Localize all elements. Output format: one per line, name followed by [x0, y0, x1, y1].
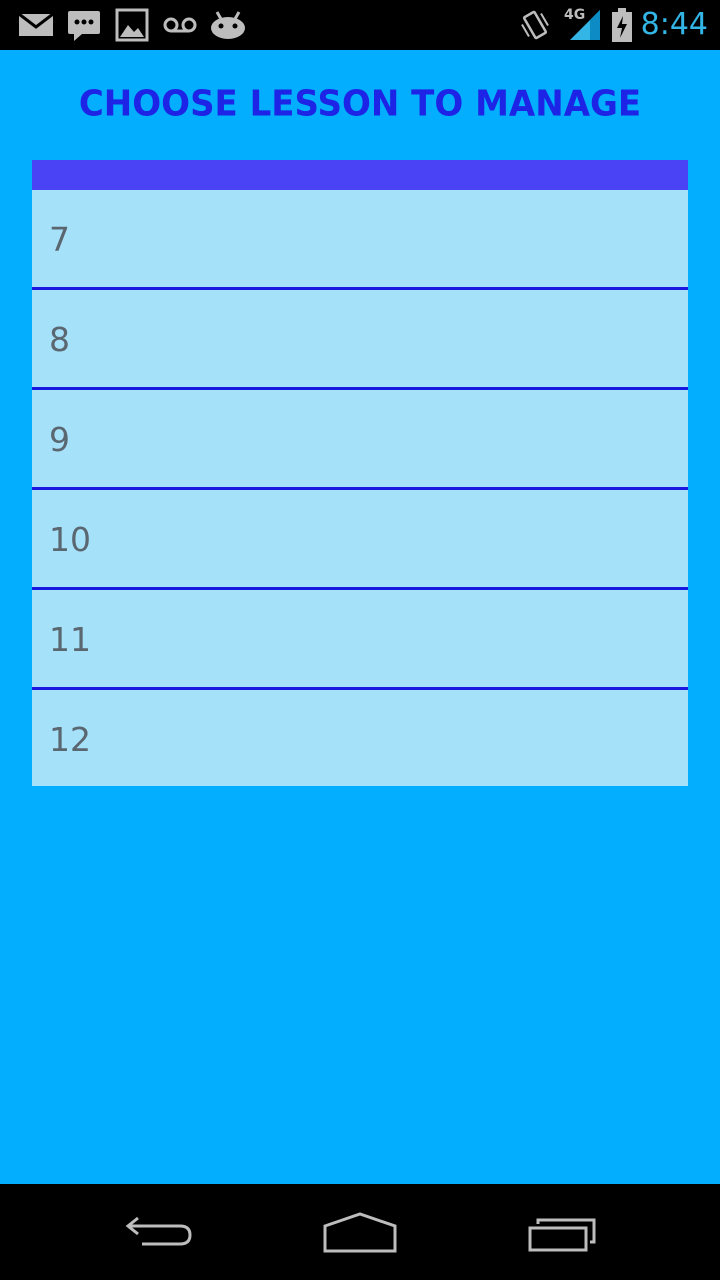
navigation-bar: [0, 1184, 720, 1280]
vibrate-icon: [518, 8, 552, 42]
android-icon: [208, 8, 248, 42]
status-clock: 8:44: [640, 7, 708, 42]
page-title: CHOOSE LESSON TO MANAGE: [78, 83, 642, 125]
signal-icon: [568, 8, 602, 42]
battery-charging-icon: [610, 8, 634, 42]
mail-icon: [18, 8, 54, 42]
lesson-list: 7 8 9 10 11 12: [32, 160, 688, 786]
lesson-list-item[interactable]: 7: [32, 190, 688, 290]
lesson-number: 11: [49, 620, 91, 659]
lesson-number: 7: [49, 220, 70, 259]
main-content: CHOOSE LESSON TO MANAGE 7 8 9 10 11 12: [0, 50, 720, 1184]
lesson-number: 9: [49, 420, 70, 459]
back-icon: [125, 1216, 192, 1246]
lesson-list-item[interactable]: 11: [32, 590, 688, 690]
lesson-list-header: [32, 160, 688, 190]
home-icon: [323, 1212, 397, 1253]
status-bar: 4G 8:44: [0, 0, 720, 50]
chat-icon: [66, 8, 102, 42]
back-button[interactable]: [120, 1208, 200, 1258]
home-button[interactable]: [320, 1208, 400, 1258]
lesson-number: 8: [49, 320, 70, 359]
voicemail-icon: [162, 8, 198, 42]
lesson-number: 12: [49, 720, 91, 759]
lesson-list-item[interactable]: 8: [32, 290, 688, 390]
lesson-number: 10: [49, 520, 91, 559]
recent-apps-button[interactable]: [524, 1208, 604, 1258]
recent-apps-icon: [528, 1218, 596, 1252]
lesson-list-item[interactable]: 10: [32, 490, 688, 590]
image-icon: [115, 8, 149, 42]
lesson-list-item[interactable]: 9: [32, 390, 688, 490]
lesson-list-item[interactable]: 12: [32, 690, 688, 786]
